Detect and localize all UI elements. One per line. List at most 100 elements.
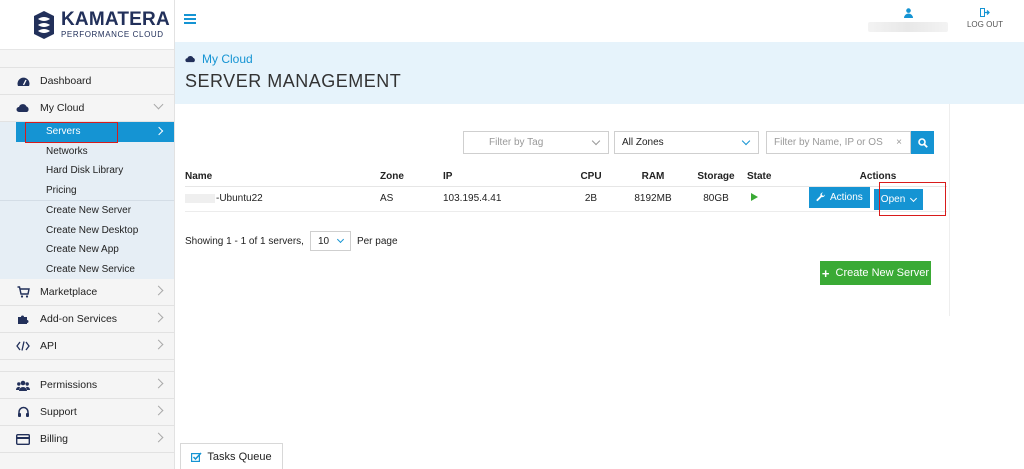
zone-filter-value: All Zones <box>622 137 664 148</box>
cloud-icon <box>16 101 30 115</box>
create-button-label: Create New Server <box>835 267 930 279</box>
col-header-cpu[interactable]: CPU <box>561 167 621 187</box>
sidebar-item-label: API <box>40 340 57 352</box>
tag-filter-placeholder: Filter by Tag <box>489 137 544 148</box>
sidebar-item-create-new-desktop[interactable]: Create New Desktop <box>0 221 174 241</box>
puzzle-icon <box>16 312 30 326</box>
chevron-right-icon <box>153 339 164 350</box>
sidebar-item-dashboard[interactable]: Dashboard <box>0 68 174 95</box>
chevron-right-icon <box>153 405 164 416</box>
title-band: My Cloud SERVER MANAGEMENT <box>175 42 1024 104</box>
sidebar-item-hard-disk-library[interactable]: Hard Disk Library <box>0 161 174 181</box>
table-header-row: Name Zone IP CPU RAM Storage State Actio… <box>185 167 947 187</box>
table-row[interactable]: -Ubuntu22 AS 103.195.4.41 2B 8192MB 80GB… <box>185 186 947 212</box>
per-page-select[interactable]: 10 <box>309 231 351 251</box>
sidebar: KAMATERA PERFORMANCE CLOUD Dashboard My … <box>0 0 175 469</box>
pagination: Showing 1 - 1 of 1 servers, 10 Per page <box>185 231 398 251</box>
zone-filter-select[interactable]: All Zones <box>614 131 759 154</box>
chevron-right-icon <box>153 432 164 443</box>
dashboard-icon <box>16 74 30 88</box>
my-cloud-submenu: Servers Networks Hard Disk Library Prici… <box>0 122 174 279</box>
server-cpu: 2B <box>561 186 621 212</box>
actions-button[interactable]: Actions <box>809 186 870 208</box>
sidebar-item-label: Marketplace <box>40 286 98 298</box>
top-bar: LOG OUT <box>175 0 1024 42</box>
server-storage: 80GB <box>685 186 747 212</box>
breadcrumb[interactable]: My Cloud <box>185 52 253 66</box>
sidebar-item-label: Dashboard <box>40 75 92 87</box>
logout-label: LOG OUT <box>966 20 1003 29</box>
plus-icon: + <box>821 265 830 281</box>
sidebar-item-create-new-server[interactable]: Create New Server <box>0 201 174 221</box>
col-header-ip[interactable]: IP <box>443 167 561 187</box>
users-icon <box>16 378 30 392</box>
brand-logo[interactable]: KAMATERA PERFORMANCE CLOUD <box>0 0 174 50</box>
logout-icon <box>980 8 990 17</box>
code-icon <box>16 339 30 353</box>
chevron-right-icon <box>154 126 164 136</box>
user-name-redacted <box>868 22 948 32</box>
cloud-icon <box>185 55 195 63</box>
search-button[interactable] <box>911 131 934 154</box>
hamburger-menu-icon[interactable] <box>184 14 196 24</box>
name-redacted <box>185 193 215 203</box>
server-name: -Ubuntu22 <box>216 193 263 204</box>
user-icon <box>903 8 913 18</box>
sidebar-item-create-new-app[interactable]: Create New App <box>0 240 174 260</box>
per-page-value: 10 <box>317 235 330 247</box>
sidebar-item-permissions[interactable]: Permissions <box>0 372 174 399</box>
server-name-cell[interactable]: -Ubuntu22 <box>185 186 380 212</box>
card-icon <box>16 432 30 446</box>
highlight-servers <box>25 122 118 143</box>
sidebar-item-networks[interactable]: Networks <box>0 142 174 162</box>
actions-label: Actions <box>830 191 863 203</box>
server-zone: AS <box>380 186 443 212</box>
sidebar-item-add-on-services[interactable]: Add-on Services <box>0 306 174 333</box>
sidebar-item-support[interactable]: Support <box>0 399 174 426</box>
col-header-state[interactable]: State <box>747 167 809 187</box>
sidebar-item-pricing[interactable]: Pricing <box>0 181 174 201</box>
sidebar-item-label: Add-on Services <box>40 313 118 325</box>
col-header-storage[interactable]: Storage <box>685 167 747 187</box>
brand-tagline: PERFORMANCE CLOUD <box>61 30 164 39</box>
sidebar-item-marketplace[interactable]: Marketplace <box>0 279 174 306</box>
tasks-queue-label: Tasks Queue <box>207 450 272 463</box>
sidebar-item-my-cloud[interactable]: My Cloud <box>0 95 174 122</box>
col-header-ram[interactable]: RAM <box>621 167 685 187</box>
showing-count: Showing 1 - 1 of 1 servers, <box>185 235 304 247</box>
create-new-server-button[interactable]: + Create New Server <box>820 261 931 285</box>
server-ram: 8192MB <box>621 186 685 212</box>
wrench-icon <box>816 192 825 202</box>
chevron-down-icon <box>591 136 601 146</box>
headset-icon <box>16 405 30 419</box>
chevron-down-icon <box>153 99 164 110</box>
chevron-right-icon <box>153 285 164 296</box>
col-header-zone[interactable]: Zone <box>380 167 443 187</box>
chevron-right-icon <box>153 378 164 389</box>
chevron-down-icon <box>336 235 344 244</box>
clear-icon[interactable]: × <box>896 137 902 148</box>
search-input[interactable] <box>774 137 894 148</box>
sidebar-item-label: Support <box>40 406 77 418</box>
cart-icon <box>16 285 30 299</box>
tag-filter-select[interactable]: Filter by Tag <box>463 131 609 154</box>
user-menu[interactable] <box>863 8 953 32</box>
sidebar-item-label: Billing <box>40 433 69 445</box>
sidebar-item-create-new-service[interactable]: Create New Service <box>0 260 174 280</box>
running-state-icon <box>751 193 758 201</box>
sidebar-item-billing[interactable]: Billing <box>0 426 174 453</box>
sidebar-item-api[interactable]: API <box>0 333 174 360</box>
chevron-right-icon <box>153 312 164 323</box>
page-title: SERVER MANAGEMENT <box>185 71 402 91</box>
search-icon <box>917 137 928 148</box>
col-header-name[interactable]: Name <box>185 167 380 187</box>
brand-name: KAMATERA <box>61 9 170 30</box>
servers-table: Name Zone IP CPU RAM Storage State Actio… <box>185 167 947 212</box>
highlight-open <box>879 182 946 216</box>
tasks-queue-tab[interactable]: Tasks Queue <box>180 443 283 469</box>
chevron-down-icon <box>741 136 751 146</box>
breadcrumb-label: My Cloud <box>202 52 253 66</box>
logout-button[interactable]: LOG OUT <box>965 8 1005 29</box>
checkbox-check-icon <box>191 451 202 462</box>
sidebar-item-label: My Cloud <box>40 102 85 114</box>
